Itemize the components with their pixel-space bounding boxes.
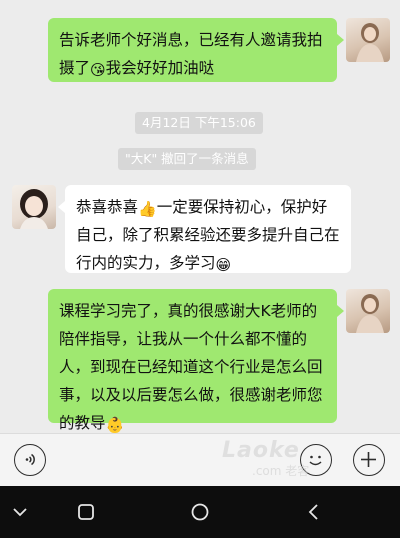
back-icon[interactable]: [304, 502, 324, 522]
voice-button[interactable]: [14, 444, 46, 476]
watermark-logo: Laoke: [222, 438, 300, 463]
timestamp: 4月12日 下午15:06: [135, 112, 263, 134]
recall-notice: "大K" 撤回了一条消息: [118, 148, 256, 170]
voice-icon: [25, 453, 35, 466]
avatar-self[interactable]: [346, 18, 390, 62]
message-bubble-2[interactable]: 恭喜恭喜👍一定要保持初心，保护好自己，除了积累经验还要多提升自己在行内的实力，多…: [65, 185, 351, 273]
message-text: 恭喜恭喜: [76, 198, 139, 216]
baby-emoji-icon: 👶: [105, 416, 125, 434]
more-button[interactable]: [353, 444, 385, 476]
grin-emoji-icon: 😁: [215, 256, 232, 274]
avatar-self[interactable]: [346, 289, 390, 333]
chat-area[interactable]: 告诉老师个好消息，已经有人邀请我拍摄了😘我会好好加油哒 4月12日 下午15:0…: [0, 0, 400, 440]
avatar-teacher[interactable]: [12, 185, 56, 229]
message-text-cont: 我会好好加油哒: [105, 59, 215, 77]
message-bubble-3[interactable]: 课程学习完了，真的很感谢大K老师的陪伴指导，让我从一个什么都不懂的人，到现在已经…: [48, 289, 337, 433]
thumbs-up-emoji-icon: 👍: [138, 200, 157, 218]
message-text: 课程学习完了，真的很感谢大K老师的陪伴指导，让我从一个什么都不懂的人，到现在已经…: [59, 302, 323, 432]
recents-icon[interactable]: [76, 502, 96, 522]
input-bar: [0, 433, 400, 486]
home-icon[interactable]: [189, 501, 211, 523]
watermark-sub: .com 老客: [252, 464, 310, 478]
message-bubble-1[interactable]: 告诉老师个好消息，已经有人邀请我拍摄了😘我会好好加油哒: [48, 18, 337, 82]
chevron-down-icon[interactable]: [10, 502, 30, 522]
system-nav-bar: [0, 486, 400, 538]
kiss-emoji-icon: 😘: [90, 61, 106, 79]
plus-icon: [361, 452, 376, 467]
